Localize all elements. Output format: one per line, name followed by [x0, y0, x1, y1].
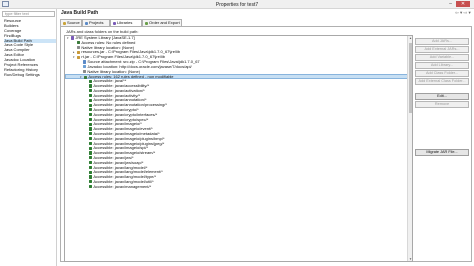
add-external-class-folder-button[interactable]: Add External Class Folder... — [415, 78, 469, 85]
check-icon — [89, 98, 93, 102]
src-icon — [83, 60, 87, 64]
jar-icon — [77, 50, 81, 54]
check-icon — [89, 137, 93, 141]
tab-label: Libraries — [117, 20, 133, 25]
add-jars-button[interactable]: Add JARs... — [415, 38, 469, 45]
tab-label: Source — [67, 20, 80, 25]
libraries-tree[interactable]: ▾ JRE System Library [JavaSE-1.7] Access r… — [64, 35, 413, 262]
tab-order-and-export[interactable]: Order and Export — [142, 19, 182, 26]
check-icon — [89, 89, 93, 93]
check-icon — [89, 180, 93, 184]
check-icon — [89, 113, 93, 117]
minimize-icon[interactable]: – — [446, 1, 455, 7]
check-icon — [89, 122, 93, 126]
scroll-down-icon[interactable]: ▾ — [408, 257, 412, 261]
check-icon — [89, 170, 93, 174]
tree-row[interactable]: Accessible: javax/management/* — [65, 183, 412, 190]
add-class-folder-button[interactable]: Add Class Folder... — [415, 70, 469, 77]
tab-source[interactable]: Source — [60, 19, 82, 26]
tab-label: Order and Export — [149, 20, 180, 25]
check-icon — [89, 141, 93, 146]
properties-nav-panel: type filter text Resource Builders Coverag… — [0, 9, 57, 266]
scroll-thumb[interactable] — [409, 43, 412, 113]
check-icon — [89, 127, 93, 131]
add-library-button[interactable]: Add Library... — [415, 62, 469, 69]
tab-projects[interactable]: Projects — [82, 19, 110, 26]
properties-nav-list: Resource Builders Coverage FindBugs Java Bui… — [4, 18, 56, 78]
check-icon — [89, 103, 93, 107]
doc-icon — [83, 65, 87, 69]
check-icon — [89, 156, 93, 160]
tree-row-label: Native library location: (None) — [87, 68, 141, 74]
tab-label: Projects — [89, 20, 104, 25]
check-icon — [89, 165, 93, 170]
nat-icon — [83, 69, 87, 74]
check-icon — [89, 185, 93, 189]
check-icon — [89, 93, 93, 98]
window-title: Properties for test7 — [215, 2, 259, 8]
nat-icon — [77, 45, 81, 50]
tab-icon — [144, 21, 148, 25]
tab-libraries[interactable]: Libraries — [110, 19, 142, 26]
edit-button[interactable]: Edit... — [415, 93, 469, 100]
check-icon — [89, 132, 93, 136]
tab-icon — [84, 21, 88, 25]
check-icon — [89, 117, 93, 122]
migrate-jar-file-button[interactable]: Migrate JAR File... — [415, 149, 469, 156]
page-title: Java Build Path — [61, 10, 99, 16]
tree-vertical-scrollbar[interactable]: ▴ ▾ — [407, 36, 412, 261]
libraries-caption: JARs and class folders on the build path… — [66, 29, 139, 34]
check-icon — [89, 146, 93, 150]
tree-row-label: Accessible: javax/management/* — [93, 183, 152, 189]
check-icon — [89, 84, 93, 88]
history-nav-buttons[interactable]: ⇦ ▾ ⇨ ▾ — [455, 10, 471, 16]
tab-icon — [62, 21, 66, 25]
scroll-up-icon[interactable]: ▴ — [408, 36, 412, 40]
nav-item[interactable]: Run/Debug Settings — [4, 72, 56, 78]
tab-icon — [112, 21, 116, 25]
jar-icon — [77, 55, 81, 59]
add-variable-button[interactable]: Add Variable... — [415, 54, 469, 61]
add-external-jars-button[interactable]: Add External JARs... — [415, 46, 469, 53]
remove-button[interactable]: Remove — [415, 101, 469, 108]
check-icon — [89, 151, 93, 155]
check-icon — [89, 79, 93, 83]
check-icon — [89, 161, 93, 165]
check-icon — [89, 175, 93, 179]
check-icon — [89, 108, 93, 112]
close-icon[interactable]: ✕ — [456, 1, 470, 7]
rule-icon — [77, 41, 81, 45]
filter-input[interactable]: type filter text — [2, 11, 55, 17]
lib-icon — [71, 36, 75, 40]
title-bar: Properties for test7 – ✕ — [0, 0, 474, 9]
